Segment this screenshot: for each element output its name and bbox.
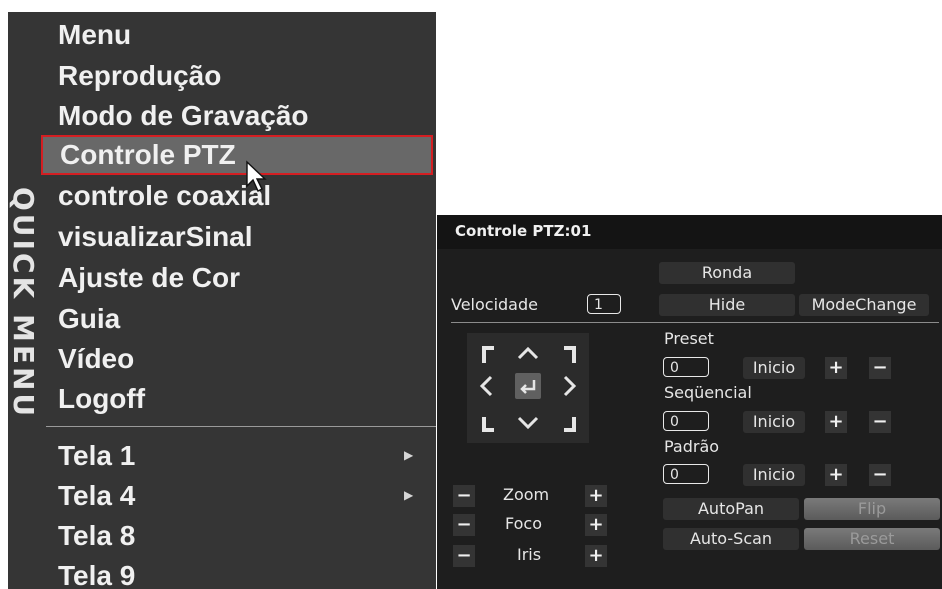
iris-minus-button[interactable]: − xyxy=(453,545,475,567)
arrow-up-icon[interactable] xyxy=(516,341,540,365)
menu-item-video[interactable]: Vídeo xyxy=(58,339,134,379)
quick-menu: QUICK MENU Menu Reprodução Modo de Grava… xyxy=(8,12,436,589)
foco-minus-button[interactable]: − xyxy=(453,514,475,536)
arrow-down-icon[interactable] xyxy=(516,411,540,435)
zoom-label: Zoom xyxy=(503,485,550,504)
menu-item-reproducao[interactable]: Reprodução xyxy=(58,56,221,96)
sequencial-plus-button[interactable]: + xyxy=(825,411,847,433)
submenu-arrow-icon: ▶ xyxy=(404,448,414,462)
foco-plus-button[interactable]: + xyxy=(585,514,607,536)
preset-plus-button[interactable]: + xyxy=(825,357,847,379)
ptz-title: Controle PTZ:01 xyxy=(455,222,592,240)
preset-label: Preset xyxy=(664,329,714,348)
mouse-cursor-icon xyxy=(245,160,273,196)
autopan-button[interactable]: AutoPan xyxy=(663,498,799,520)
autoscan-button[interactable]: Auto-Scan xyxy=(663,528,799,550)
menu-item-ajuste-cor[interactable]: Ajuste de Cor xyxy=(58,258,240,298)
submenu-arrow-icon: ▶ xyxy=(404,488,414,502)
sequencial-label: Seqüencial xyxy=(664,383,752,402)
zoom-minus-button[interactable]: − xyxy=(453,485,475,507)
ptz-header: Controle PTZ:01 xyxy=(437,215,942,249)
arrow-left-icon[interactable] xyxy=(475,374,499,398)
reset-button[interactable]: Reset xyxy=(804,528,940,550)
center-enter-button[interactable] xyxy=(515,373,541,399)
menu-item-visualizar-sinal[interactable]: visualizarSinal xyxy=(58,217,253,257)
flip-button[interactable]: Flip xyxy=(804,498,940,520)
ronda-button[interactable]: Ronda xyxy=(659,262,795,284)
preset-minus-button[interactable]: − xyxy=(869,357,891,379)
menu-item-controle-coaxial[interactable]: controle coaxial xyxy=(58,176,271,216)
sequencial-minus-button[interactable]: − xyxy=(869,411,891,433)
quick-menu-title: QUICK MENU xyxy=(8,187,40,420)
foco-label: Foco xyxy=(505,514,543,533)
menu-item-modo-gravacao[interactable]: Modo de Gravação xyxy=(58,96,309,136)
preset-field[interactable]: 0 xyxy=(663,357,709,377)
arrow-down-left-icon[interactable] xyxy=(479,411,503,435)
sequencial-field[interactable]: 0 xyxy=(663,411,709,431)
modechange-button[interactable]: ModeChange xyxy=(799,294,929,316)
menu-item-tela-4[interactable]: Tela 4 xyxy=(58,476,135,516)
iris-label: Iris xyxy=(517,545,542,564)
panel-divider xyxy=(451,322,939,323)
hide-button[interactable]: Hide xyxy=(659,294,795,316)
speed-field[interactable]: 1 xyxy=(587,294,621,314)
arrow-up-right-icon[interactable] xyxy=(555,343,579,367)
menu-item-tela-8[interactable]: Tela 8 xyxy=(58,516,135,556)
padrao-minus-button[interactable]: − xyxy=(869,464,891,486)
ptz-control-panel: Controle PTZ:01 Ronda Velocidade 1 Hide … xyxy=(437,215,942,589)
preset-inicio-button[interactable]: Inicio xyxy=(743,357,805,379)
menu-item-tela-9[interactable]: Tela 9 xyxy=(58,556,135,589)
padrao-plus-button[interactable]: + xyxy=(825,464,847,486)
menu-item-tela-1[interactable]: Tela 1 xyxy=(58,436,135,476)
arrow-right-icon[interactable] xyxy=(557,374,581,398)
iris-plus-button[interactable]: + xyxy=(585,545,607,567)
menu-item-guia[interactable]: Guia xyxy=(58,299,120,339)
menu-item-controle-ptz[interactable]: Controle PTZ xyxy=(41,135,433,175)
speed-label: Velocidade xyxy=(451,295,538,314)
menu-item-logoff[interactable]: Logoff xyxy=(58,379,145,419)
direction-pad xyxy=(467,333,589,443)
padrao-label: Padrão xyxy=(664,437,720,456)
padrao-field[interactable]: 0 xyxy=(663,464,709,484)
sequencial-inicio-button[interactable]: Inicio xyxy=(743,411,805,433)
zoom-plus-button[interactable]: + xyxy=(585,485,607,507)
arrow-down-right-icon[interactable] xyxy=(555,411,579,435)
arrow-up-left-icon[interactable] xyxy=(479,343,503,367)
menu-divider xyxy=(46,426,436,427)
padrao-inicio-button[interactable]: Inicio xyxy=(743,464,805,486)
menu-item-menu[interactable]: Menu xyxy=(58,15,131,55)
